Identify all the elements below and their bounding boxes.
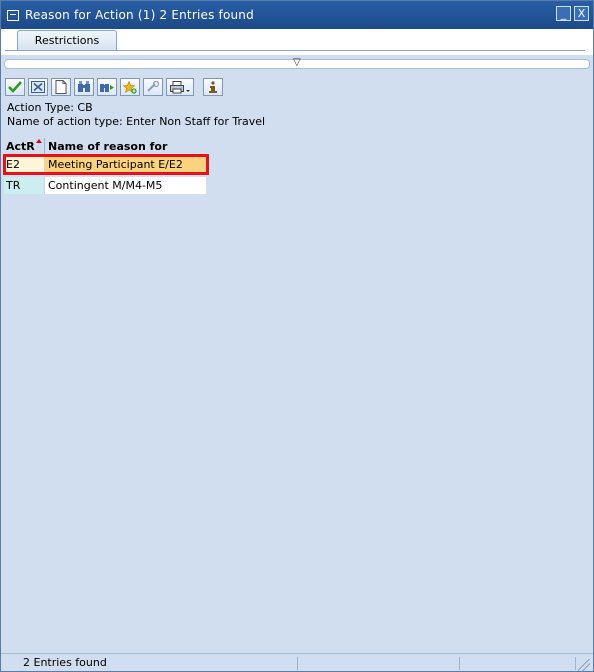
window-title: Reason for Action (1) 2 Entries found: [25, 8, 254, 22]
cancel-icon: [31, 81, 45, 93]
find-next-button[interactable]: [97, 78, 117, 96]
help-button[interactable]: [143, 78, 163, 96]
action-type-label: Action Type: CB: [7, 101, 93, 114]
add-favorite-button[interactable]: [120, 78, 140, 96]
sort-ascending-icon: [36, 139, 42, 143]
status-bar: 2 Entries found: [1, 653, 593, 671]
window-menu-icon[interactable]: [7, 9, 19, 21]
check-button[interactable]: [5, 78, 25, 96]
close-button[interactable]: X: [574, 6, 589, 21]
minimize-button[interactable]: _: [556, 6, 571, 21]
find-icon: [77, 81, 91, 93]
tab-restrictions[interactable]: Restrictions: [17, 30, 117, 51]
selection-highlight: [3, 154, 209, 175]
expand-arrow-icon[interactable]: ▽: [293, 57, 301, 68]
value-help-dialog: Reason for Action (1) 2 Entries found _ …: [0, 0, 594, 672]
add-favorite-icon: [123, 80, 137, 94]
new-document-icon: [55, 80, 67, 94]
resize-grip-icon[interactable]: [578, 659, 590, 671]
status-divider: [459, 657, 460, 670]
info-button[interactable]: [203, 78, 223, 96]
reason-code-cell[interactable]: TR: [4, 177, 44, 194]
new-entry-button[interactable]: [51, 78, 71, 96]
status-message: 2 Entries found: [23, 656, 107, 669]
check-icon: [8, 81, 22, 93]
toolbar: [5, 78, 226, 98]
action-type-name-label: Name of action type: Enter Non Staff for…: [7, 115, 266, 128]
info-icon: [207, 80, 219, 94]
tab-strip: Restrictions: [1, 29, 593, 55]
column-header-name[interactable]: Name of reason for action: [44, 138, 206, 170]
restrictions-expander[interactable]: ▽: [4, 57, 590, 69]
find-button[interactable]: [74, 78, 94, 96]
title-bar[interactable]: Reason for Action (1) 2 Entries found _ …: [1, 1, 593, 29]
status-divider: [297, 657, 298, 670]
column-header-actr-label: ActR: [6, 140, 35, 153]
status-divider: [575, 657, 576, 670]
tab-divider: [5, 50, 585, 51]
table-header: ActR Name of reason for action: [4, 138, 206, 170]
print-button[interactable]: [166, 78, 194, 96]
find-next-icon: [100, 81, 114, 93]
reason-name-cell[interactable]: Contingent M/M4-M5: [44, 177, 206, 194]
column-header-actr[interactable]: ActR: [4, 138, 44, 155]
table-row[interactable]: TR Contingent M/M4-M5: [4, 177, 206, 194]
help-icon: [146, 81, 160, 93]
print-icon: [170, 80, 190, 94]
cancel-button[interactable]: [28, 78, 48, 96]
